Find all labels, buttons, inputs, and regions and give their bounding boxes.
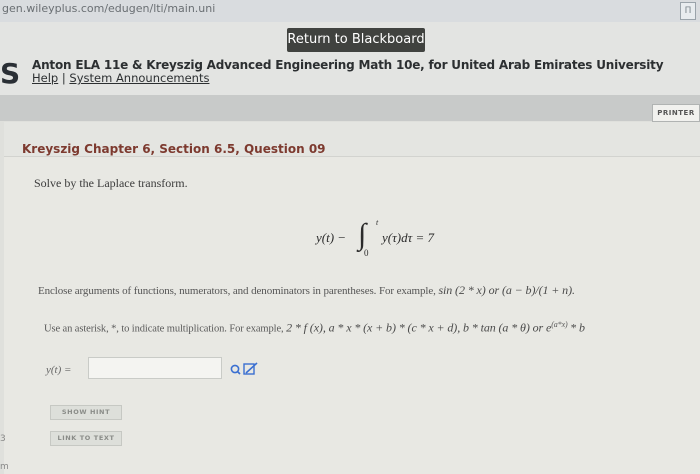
link-to-text-button[interactable]: LINK TO TEXT	[50, 431, 122, 446]
edge-mark-1: 3	[0, 434, 6, 444]
instruction-asterisk-text: Use an asterisk, *, to indicate multipli…	[44, 323, 284, 335]
answer-input[interactable]	[88, 357, 222, 379]
instruction-parentheses-example: sin (2 * x) or (a − b)/(1 + n).	[438, 283, 575, 297]
wileyplus-logo: S	[0, 57, 21, 90]
instruction-parentheses-text: Enclose arguments of functions, numerato…	[38, 285, 436, 297]
instruction-asterisk: Use an asterisk, *, to indicate multipli…	[44, 320, 585, 336]
return-to-blackboard-button[interactable]: Return to Blackboard	[287, 28, 425, 52]
equation-integrand: y(τ)dτ = 7	[382, 230, 435, 245]
course-header: Return to Blackboard S Anton ELA 11e & K…	[0, 22, 700, 95]
header-links: Help | System Announcements	[32, 71, 209, 85]
edit-math-icon[interactable]	[230, 362, 260, 376]
equation-lhs: y(t) −	[316, 230, 347, 245]
show-hint-button[interactable]: SHOW HINT	[50, 405, 122, 420]
toolbar-band	[0, 95, 700, 121]
link-separator: |	[61, 71, 66, 85]
browser-address-bar[interactable]: gen.wileyplus.com/edugen/lti/main.uni Π	[0, 0, 700, 22]
integral-upper-limit: t	[376, 218, 379, 227]
integral-lower-limit: 0	[364, 248, 369, 258]
instruction-parentheses: Enclose arguments of functions, numerato…	[38, 283, 575, 298]
question-panel: Kreyszig Chapter 6, Section 6.5, Questio…	[4, 122, 700, 474]
question-title: Kreyszig Chapter 6, Section 6.5, Questio…	[22, 142, 326, 156]
question-prompt: Solve by the Laplace transform.	[34, 176, 188, 190]
question-header: Kreyszig Chapter 6, Section 6.5, Questio…	[4, 122, 700, 157]
answer-label: y(t) =	[46, 364, 72, 376]
instruction-asterisk-example: 2 * f (x), a * x * (x + b) * (c * x + d)…	[286, 320, 552, 335]
equation-editor-tools[interactable]	[230, 362, 260, 376]
system-announcements-link[interactable]: System Announcements	[69, 71, 209, 85]
url-text[interactable]: gen.wileyplus.com/edugen/lti/main.uni	[2, 2, 215, 15]
course-title: Anton ELA 11e & Kreyszig Advanced Engine…	[32, 58, 664, 72]
integral-equation: y(t) − ∫ t 0 y(τ)dτ = 7	[296, 218, 476, 264]
instruction-asterisk-exponent: (a*x)	[551, 320, 568, 329]
reader-icon[interactable]: Π	[680, 2, 696, 20]
printer-version-button[interactable]: PRINTER	[652, 104, 700, 122]
edge-mark-2: m	[0, 462, 9, 472]
instruction-asterisk-tail: * b	[570, 320, 585, 335]
help-link[interactable]: Help	[32, 71, 58, 85]
integral-sign: ∫	[358, 218, 367, 251]
